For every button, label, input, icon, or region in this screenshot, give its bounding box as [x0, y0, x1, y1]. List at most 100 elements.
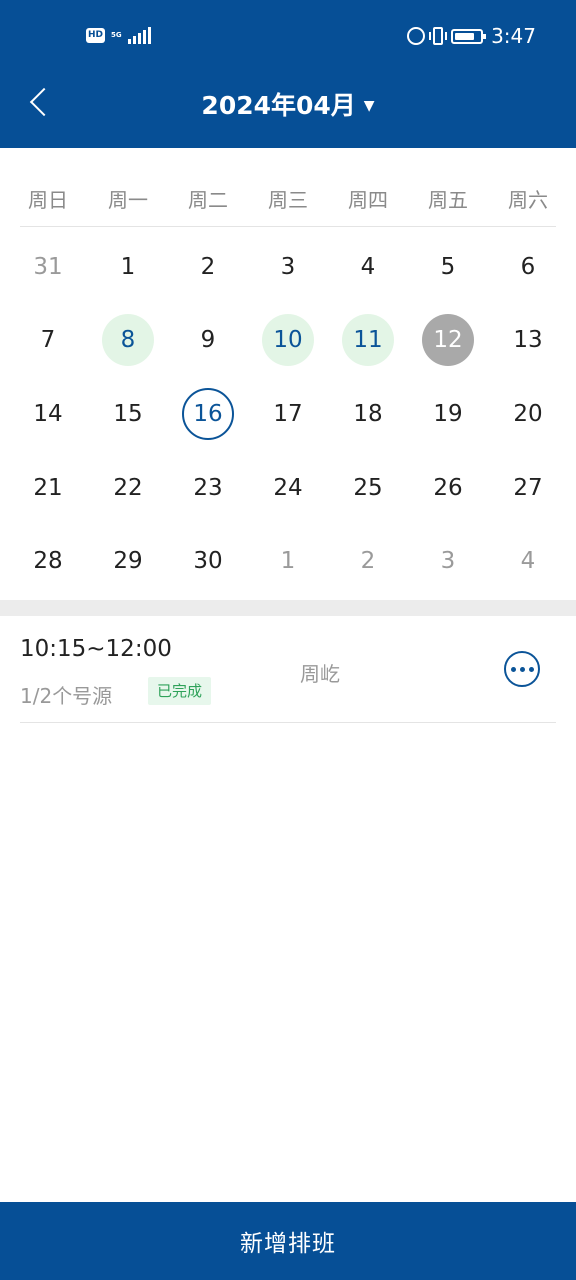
calendar-day: 28	[33, 548, 63, 575]
network-label: 5G	[111, 31, 122, 39]
calendar-day-cell[interactable]: 1	[88, 230, 168, 304]
calendar-day: 4	[360, 253, 376, 280]
calendar-day: 1	[120, 253, 136, 280]
calendar-day-cell[interactable]: 4	[488, 524, 568, 598]
calendar-week-row: 31 1 2 3 4 5 6	[8, 230, 568, 304]
calendar-day-cell[interactable]: 4	[328, 230, 408, 304]
caret-down-icon: ▼	[363, 98, 375, 114]
calendar-day: 14	[33, 400, 63, 427]
schedule-count: 1/2个号源	[20, 684, 113, 708]
weekday-label: 周三	[268, 188, 308, 212]
calendar-day: 10	[262, 314, 314, 367]
calendar-grid: 31 1 2 3 4 5 6 7 8 9 10 11 12 13 14 15 16 17 18 19 20 21 22 23 2…	[8, 230, 568, 598]
weekday-label: 周六	[508, 188, 548, 212]
hd-badge: HD	[86, 27, 106, 43]
status-bar: HD 5G 3:47	[0, 0, 576, 72]
calendar-day-cell[interactable]: 18	[328, 377, 408, 451]
battery-icon	[451, 28, 487, 44]
weekday-label: 周日	[28, 188, 68, 212]
signal-icon	[127, 26, 151, 44]
calendar-week-row: 21 22 23 24 25 26 27	[8, 451, 568, 525]
weekday-label: 周五	[428, 188, 468, 212]
calendar-day-cell[interactable]: 3	[248, 230, 328, 304]
calendar-day: 22	[113, 474, 143, 501]
calendar-day: 18	[353, 400, 383, 427]
calendar-day-cell[interactable]: 28	[8, 524, 88, 598]
calendar-day-cell[interactable]: 20	[488, 377, 568, 451]
calendar-day: 30	[193, 548, 223, 575]
calendar-day: 3	[440, 548, 456, 575]
calendar-day-cell[interactable]: 27	[488, 451, 568, 525]
calendar-day-cell[interactable]: 22	[88, 451, 168, 525]
calendar-day-cell[interactable]: 2	[328, 524, 408, 598]
schedule-time: 10:15~12:00	[20, 636, 172, 662]
calendar-day-cell[interactable]: 31	[8, 230, 88, 304]
calendar-day: 4	[520, 548, 536, 575]
weekday-header: 周日 周一 周二 周三 周四 周五 周六	[8, 184, 568, 213]
calendar-day: 1	[280, 548, 296, 575]
calendar-day-cell[interactable]: 23	[168, 451, 248, 525]
calendar-day-cell[interactable]: 29	[88, 524, 168, 598]
calendar-day-cell[interactable]: 12	[408, 304, 488, 378]
calendar-day: 19	[433, 400, 463, 427]
calendar-day: 25	[353, 474, 383, 501]
calendar-day-cell[interactable]: 30	[168, 524, 248, 598]
calendar-day-cell[interactable]: 14	[8, 377, 88, 451]
calendar-day: 2	[200, 253, 216, 280]
calendar-week-row: 14 15 16 17 18 19 20	[8, 377, 568, 451]
month-selector[interactable]: 2024年04月 ▼	[0, 86, 576, 122]
more-options-button[interactable]	[504, 651, 540, 687]
calendar-day-cell[interactable]: 6	[488, 230, 568, 304]
calendar-day-cell[interactable]: 8	[88, 304, 168, 378]
calendar-day: 8	[102, 314, 154, 367]
calendar-day: 11	[342, 314, 394, 367]
weekday-label: 周二	[188, 188, 228, 212]
calendar-day: 27	[513, 474, 543, 501]
weekday-label: 周一	[108, 188, 148, 212]
doctor-name: 周屹	[300, 662, 340, 686]
calendar-day-cell[interactable]: 1	[248, 524, 328, 598]
calendar-day: 23	[193, 474, 223, 501]
calendar-day-cell[interactable]: 16	[168, 377, 248, 451]
calendar-day-cell[interactable]: 2	[168, 230, 248, 304]
calendar-day: 21	[33, 474, 63, 501]
calendar-day-cell[interactable]: 26	[408, 451, 488, 525]
calendar-day-cell[interactable]: 3	[408, 524, 488, 598]
more-dot-icon	[510, 666, 516, 672]
calendar-day-cell[interactable]: 19	[408, 377, 488, 451]
calendar-day-cell[interactable]: 10	[248, 304, 328, 378]
divider	[20, 226, 556, 227]
calendar-week-row: 28 29 30 1 2 3 4	[8, 524, 568, 598]
calendar-day: 12	[422, 314, 474, 367]
more-dot-icon	[519, 666, 525, 672]
calendar-day-cell[interactable]: 11	[328, 304, 408, 378]
calendar-day-cell[interactable]: 25	[328, 451, 408, 525]
alarm-icon	[407, 27, 426, 45]
calendar-day-cell[interactable]: 7	[8, 304, 88, 378]
network-indicator: 5G	[111, 31, 122, 39]
status-right: 3:47	[407, 24, 536, 48]
schedule-item[interactable]: 10:15~12:00 1/2个号源 已完成 周屹	[20, 616, 556, 723]
more-dot-icon	[528, 666, 534, 672]
status-badge: 已完成	[148, 677, 212, 705]
calendar-day: 13	[513, 327, 543, 354]
calendar-day-cell[interactable]: 5	[408, 230, 488, 304]
calendar-day: 3	[280, 253, 296, 280]
calendar-day-cell[interactable]: 17	[248, 377, 328, 451]
add-schedule-button[interactable]: 新增排班	[0, 1202, 576, 1280]
calendar-day-cell[interactable]: 15	[88, 377, 168, 451]
calendar-day: 26	[433, 474, 463, 501]
calendar-day-cell[interactable]: 21	[8, 451, 88, 525]
calendar-day: 7	[40, 327, 56, 354]
calendar-day: 20	[513, 400, 543, 427]
calendar-day: 9	[200, 327, 216, 354]
calendar-day-cell[interactable]: 13	[488, 304, 568, 378]
calendar-day: 29	[113, 548, 143, 575]
calendar-day-cell[interactable]: 9	[168, 304, 248, 378]
status-time: 3:47	[491, 24, 536, 48]
calendar-day-cell[interactable]: 24	[248, 451, 328, 525]
calendar-day: 6	[520, 253, 536, 280]
calendar-day: 5	[440, 253, 456, 280]
page-title: 2024年04月	[201, 91, 356, 120]
calendar-day: 15	[113, 400, 143, 427]
